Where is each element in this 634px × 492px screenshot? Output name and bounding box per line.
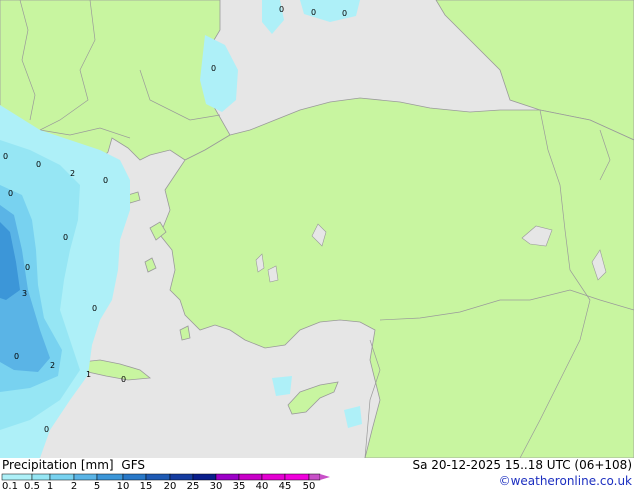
point-label: 3 <box>22 289 27 298</box>
scale-swatch <box>1 473 33 481</box>
scale-swatch <box>49 473 75 481</box>
scale-tick-label: 40 <box>255 481 269 492</box>
credit-link[interactable]: ©weatheronline.co.uk <box>499 474 632 488</box>
point-label: 1 <box>86 370 91 379</box>
scale-swatch <box>261 473 286 481</box>
scale-swatch <box>192 473 217 481</box>
scale-swatch <box>169 473 194 481</box>
precipitation-map: 2 0 3 0 2 1 0 0 0 0 0 0 0 0 0 0 0 0 <box>0 0 634 458</box>
point-label: 2 <box>70 169 75 178</box>
scale-tick-label: 0.1 <box>2 481 18 492</box>
point-label: 0 <box>8 189 13 198</box>
point-label: 0 <box>3 152 8 161</box>
scale-swatch <box>145 473 171 481</box>
scale-tick-label: 35 <box>232 481 246 492</box>
scale-tick-label: 25 <box>186 481 200 492</box>
point-label: 0 <box>44 425 49 434</box>
point-label: 0 <box>92 304 97 313</box>
model-name: GFS <box>121 458 145 472</box>
scale-tick-label: 45 <box>278 481 292 492</box>
scale-tick-label: 20 <box>163 481 177 492</box>
point-label: 0 <box>25 263 30 272</box>
scale-tick-label: 50 <box>302 481 316 492</box>
title-text: Precipitation [mm] <box>2 458 114 472</box>
scale-tick-label: 15 <box>139 481 153 492</box>
scale-swatch <box>73 473 98 481</box>
point-label: 0 <box>63 233 68 242</box>
point-label: 0 <box>103 176 108 185</box>
point-label: 0 <box>36 160 41 169</box>
scale-swatch <box>215 473 240 481</box>
scale-arrow <box>320 474 330 480</box>
scale-tick-label: 5 <box>93 481 101 492</box>
scale-swatch <box>284 473 310 481</box>
scale-tick-label: 1 <box>46 481 54 492</box>
scale-tick-label: 0.5 <box>24 481 40 492</box>
point-label: 0 <box>279 5 284 14</box>
point-label: 0 <box>342 9 347 18</box>
scale-swatch <box>96 473 124 481</box>
scale-tick-label: 10 <box>116 481 130 492</box>
point-label: 0 <box>14 352 19 361</box>
valid-time: Sa 20-12-2025 15..18 UTC (06+108) <box>412 458 632 472</box>
point-label: 2 <box>50 361 55 370</box>
scale-swatch <box>31 473 51 481</box>
point-label: 0 <box>211 64 216 73</box>
scale-swatch <box>308 473 321 481</box>
scale-swatch <box>238 473 263 481</box>
scale-tick-label: 2 <box>70 481 78 492</box>
scale-swatch <box>122 473 147 481</box>
scale-tick-label: 30 <box>209 481 223 492</box>
chart-title: Precipitation [mm] GFS <box>2 458 145 472</box>
point-label: 0 <box>121 375 126 384</box>
point-label: 0 <box>311 8 316 17</box>
